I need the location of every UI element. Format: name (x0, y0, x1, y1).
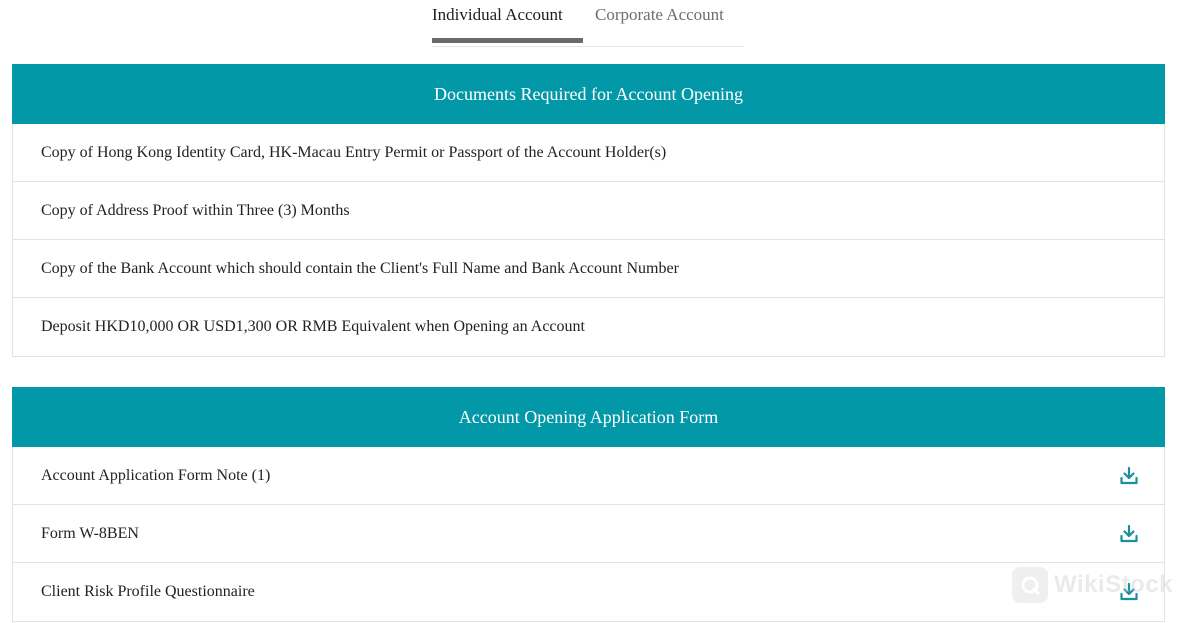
account-type-tabs: Individual Account Corporate Account (432, 0, 744, 47)
documents-required-section: Documents Required for Account Opening C… (12, 64, 1165, 357)
forms-section-header: Account Opening Application Form (12, 387, 1165, 447)
form-label: Form W-8BEN (41, 524, 139, 542)
form-row: Client Risk Profile Questionnaire (13, 563, 1164, 621)
download-icon[interactable] (1118, 465, 1140, 487)
download-icon[interactable] (1118, 523, 1140, 545)
document-label: Deposit HKD10,000 OR USD1,300 OR RMB Equ… (41, 318, 585, 335)
tab-individual-account[interactable]: Individual Account (432, 5, 563, 25)
document-label: Copy of the Bank Account which should co… (41, 259, 679, 277)
document-row: Copy of the Bank Account which should co… (13, 240, 1164, 298)
download-icon[interactable] (1118, 581, 1140, 603)
form-row: Form W-8BEN (13, 505, 1164, 563)
document-row: Copy of Address Proof within Three (3) M… (13, 182, 1164, 240)
tab-corporate-account[interactable]: Corporate Account (595, 5, 724, 25)
form-label: Account Application Form Note (1) (41, 466, 271, 484)
document-label: Copy of Address Proof within Three (3) M… (41, 201, 350, 219)
document-row: Copy of Hong Kong Identity Card, HK-Maca… (13, 124, 1164, 182)
document-row: Deposit HKD10,000 OR USD1,300 OR RMB Equ… (13, 298, 1164, 356)
application-forms-section: Account Opening Application Form Account… (12, 387, 1165, 622)
document-label: Copy of Hong Kong Identity Card, HK-Maca… (41, 143, 667, 161)
documents-section-header: Documents Required for Account Opening (12, 64, 1165, 124)
form-row: Account Application Form Note (1) (13, 447, 1164, 505)
active-tab-indicator (432, 38, 583, 43)
form-label: Client Risk Profile Questionnaire (41, 583, 255, 600)
